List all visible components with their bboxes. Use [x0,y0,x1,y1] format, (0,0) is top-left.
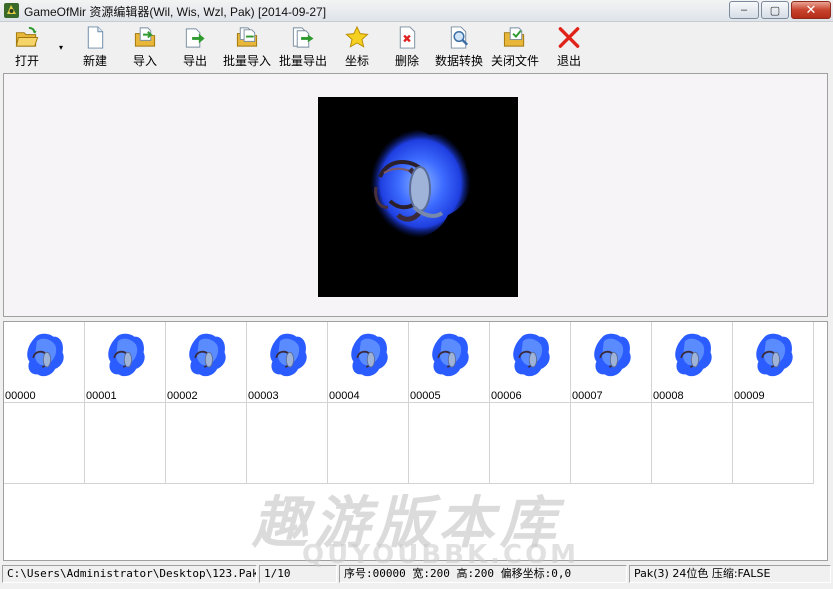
import-folder-icon [134,27,156,47]
sprite-thumbnail-image [270,333,307,377]
maximize-button[interactable]: ▢ [761,1,789,19]
thumbnail-label: 00002 [167,390,198,402]
open-label: 打开 [14,54,39,68]
status-image-info: 序号:00000 宽:200 高:200 偏移坐标:0,0 [339,565,627,583]
thumbnail-label: 00001 [86,390,117,402]
preview-image [318,97,518,297]
thumbnail-cell[interactable] [166,403,247,484]
preview-panel [3,73,828,317]
thumbnail-cell[interactable] [652,403,733,484]
close-file-label: 关闭文件 [491,54,540,68]
magnifier-file-icon [450,26,469,49]
thumbnail-cell[interactable]: 00004 [328,322,409,403]
thumbnail-cell[interactable]: 00005 [409,322,490,403]
sprite-thumbnail-image [351,333,388,377]
thumbnail-label: 00003 [248,390,279,402]
sprite-thumbnail-image [108,333,145,377]
sprite-preview-image [370,129,471,238]
thumbnail-cell[interactable]: 00000 [4,322,85,403]
data-convert-button[interactable]: 数据转换 [435,25,483,69]
new-label: 新建 [82,54,107,68]
batch-import-button[interactable]: 批量导入 [223,25,271,69]
red-x-icon [558,27,580,48]
status-page: 1/10 [259,565,337,583]
export-button[interactable]: 导出 [182,25,208,69]
sprite-thumbnail-image [432,333,469,377]
close-window-button[interactable]: ✕ [791,1,831,19]
batch-export-button[interactable]: 批量导出 [279,25,327,69]
thumbnail-label: 00005 [410,390,441,402]
close-file-button[interactable]: 关闭文件 [491,25,539,69]
title-bar: GameOfMir 资源编辑器(Wil, Wis, Wzl, Pak) [201… [0,0,833,22]
import-label: 导入 [132,54,157,68]
coordinates-button[interactable]: 坐标 [344,25,370,69]
thumbnail-cell[interactable]: 00007 [571,322,652,403]
thumbnail-cell[interactable] [247,403,328,484]
open-button[interactable]: 打开 [14,25,40,69]
thumbnail-cell[interactable]: 00001 [85,322,166,403]
thumbnail-cell[interactable] [571,403,652,484]
delete-label: 删除 [394,54,419,68]
exit-button[interactable]: 退出 [556,25,582,69]
thumbnail-cell[interactable] [409,403,490,484]
thumbnail-label: 00009 [734,390,765,402]
sprite-thumbnail-image [675,333,712,377]
star-icon [345,25,369,48]
thumbnail-label: 00008 [653,390,684,402]
thumbnail-cell[interactable] [4,403,85,484]
status-bar: C:\Users\Administrator\Desktop\123.Pak 1… [0,563,833,589]
exit-label: 退出 [556,54,581,68]
thumbnail-cell[interactable] [733,403,814,484]
window-title: GameOfMir 资源编辑器(Wil, Wis, Wzl, Pak) [201… [24,5,327,19]
thumbnail-label: 00004 [329,390,360,402]
app-icon [4,3,19,18]
sprite-thumbnail-image [756,333,793,377]
close-folder-icon [503,27,525,47]
thumbnail-cell[interactable] [85,403,166,484]
thumbnail-label: 00000 [5,390,36,402]
thumbnail-cell[interactable] [328,403,409,484]
toolbar: 打开 ▾ 新建 导入 导出 批量导入 批量导出 坐标 删除 数据转换 关闭文件 … [0,22,833,72]
sprite-thumbnail-image [27,333,64,377]
delete-button[interactable]: 删除 [394,25,420,69]
status-file-path: C:\Users\Administrator\Desktop\123.Pak [2,565,257,583]
thumbnail-cell[interactable]: 00006 [490,322,571,403]
batch-import-label: 批量导入 [223,54,272,68]
thumbnail-cell[interactable]: 00002 [166,322,247,403]
import-button[interactable]: 导入 [132,25,158,69]
sprite-thumbnail-image [513,333,550,377]
batch-export-icon [292,27,314,48]
export-label: 导出 [182,54,207,68]
data-convert-label: 数据转换 [435,54,484,68]
batch-export-label: 批量导出 [279,54,328,68]
minimize-button[interactable]: – [729,1,759,19]
folder-open-icon [15,26,39,47]
sprite-thumbnail-image [189,333,226,377]
new-button[interactable]: 新建 [82,25,108,69]
delete-file-icon [399,26,416,49]
open-dropdown-arrow[interactable]: ▾ [59,44,67,52]
thumbnail-cell[interactable]: 00008 [652,322,733,403]
sprite-thumbnail-image [594,333,631,377]
thumbnail-cell[interactable]: 00009 [733,322,814,403]
thumbnail-label: 00007 [572,390,603,402]
new-file-icon [87,26,104,49]
thumbnail-label: 00006 [491,390,522,402]
status-format: Pak(3) 24位色 压缩:FALSE [629,565,831,583]
thumbnail-cell[interactable] [490,403,571,484]
thumbnail-grid: 00000 00001 00002 00003 00004 00005 00006 00007… [3,321,828,561]
thumbnail-cell[interactable]: 00003 [247,322,328,403]
coordinates-label: 坐标 [344,54,369,68]
export-arrow-icon [185,28,205,48]
batch-import-icon [236,27,258,47]
